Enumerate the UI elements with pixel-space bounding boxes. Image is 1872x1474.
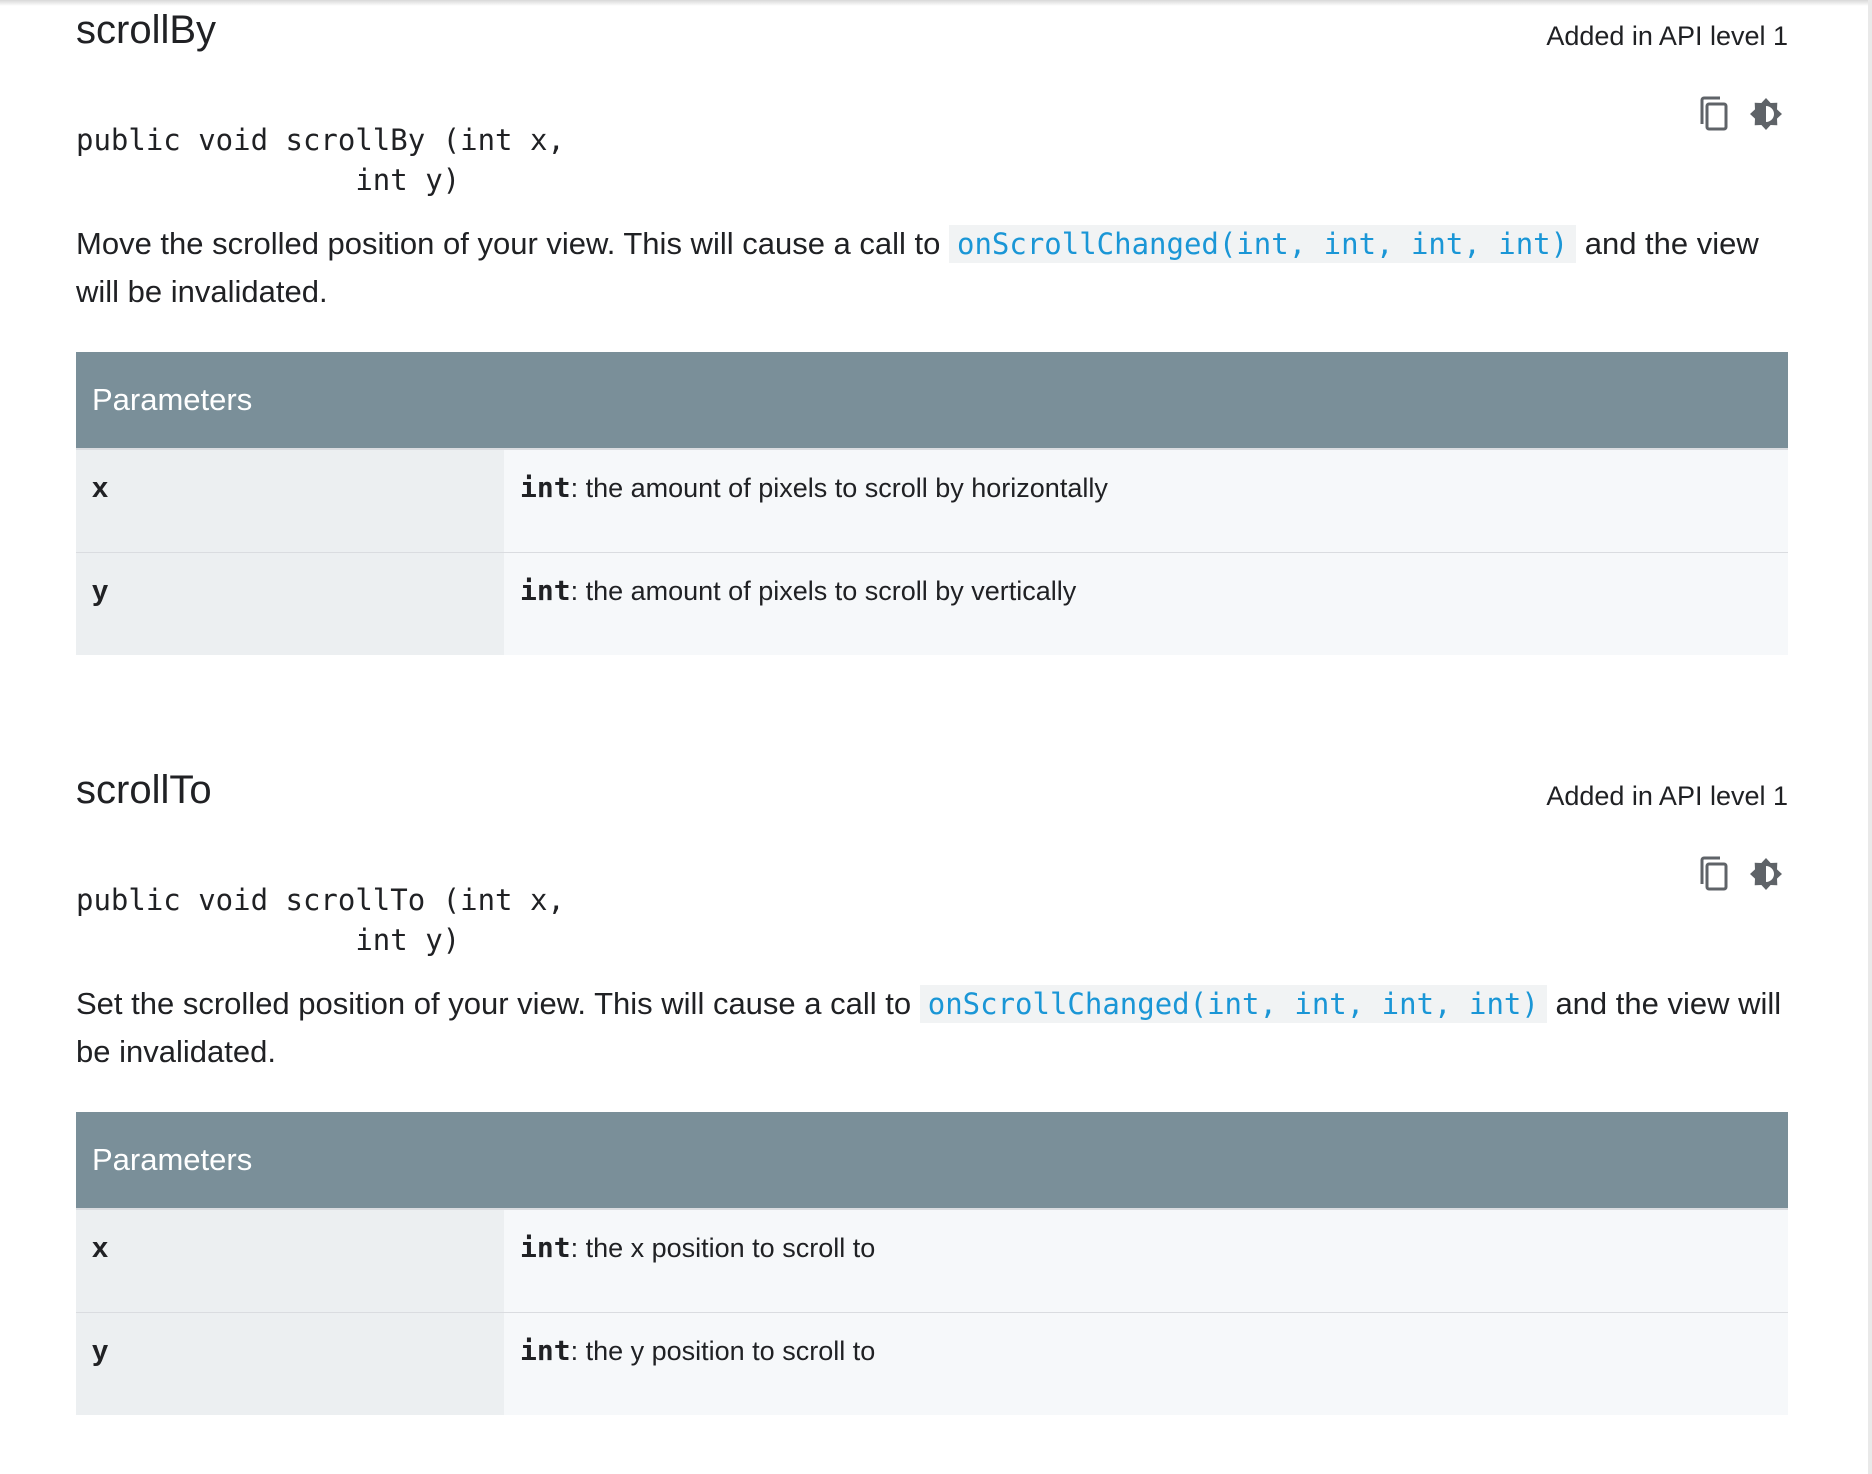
- param-type: int: [520, 471, 571, 504]
- param-desc-text: : the y position to scroll to: [570, 1335, 876, 1366]
- copy-button[interactable]: [1696, 856, 1732, 892]
- table-row: x int: the x position to scroll to: [76, 1208, 1788, 1312]
- method-header: scrollTo Added in API level 1: [76, 760, 1788, 830]
- dark-mode-icon: [1750, 858, 1782, 890]
- method-description: Set the scrolled position of your view. …: [76, 980, 1788, 1076]
- param-description: int: the amount of pixels to scroll by v…: [504, 551, 1788, 655]
- api-level-label: Added in API level 1: [1546, 781, 1788, 811]
- dark-mode-icon: [1750, 98, 1782, 130]
- description-text: Set the scrolled position of your view. …: [76, 986, 920, 1021]
- param-type: int: [520, 1231, 571, 1264]
- method-section-scrollto: scrollTo Added in API level 1 public voi…: [76, 760, 1788, 1415]
- param-desc-text: : the amount of pixels to scroll by hori…: [570, 473, 1108, 503]
- parameters-header: Parameters: [76, 1112, 1788, 1210]
- method-signature: public void scrollTo (int x, int y): [76, 880, 565, 960]
- table-row: y int: the amount of pixels to scroll by…: [76, 551, 1788, 655]
- method-title: scrollBy: [76, 8, 217, 52]
- param-description: int: the amount of pixels to scroll by h…: [504, 448, 1788, 552]
- method-signature: public void scrollBy (int x, int y): [76, 120, 565, 200]
- method-header: scrollBy Added in API level 1: [76, 0, 1788, 70]
- param-name: y: [76, 1311, 504, 1415]
- method-description: Move the scrolled position of your view.…: [76, 220, 1788, 316]
- parameters-table: Parameters x int: the amount of pixels t…: [76, 352, 1788, 655]
- parameters-header: Parameters: [76, 352, 1788, 450]
- signature-line: public void scrollTo (int x,: [76, 883, 565, 917]
- param-type: int: [520, 573, 571, 607]
- table-row: x int: the amount of pixels to scroll by…: [76, 448, 1788, 552]
- param-name: y: [76, 551, 504, 655]
- code-toolbar: [1696, 96, 1784, 132]
- api-level-label: Added in API level 1: [1546, 21, 1788, 51]
- code-block: public void scrollTo (int x, int y): [76, 830, 1788, 980]
- param-name: x: [76, 1208, 504, 1312]
- signature-line: int y): [76, 923, 461, 957]
- method-title: scrollTo: [76, 768, 212, 812]
- parameters-table: Parameters x int: the x position to scro…: [76, 1112, 1788, 1415]
- onscrollchanged-link[interactable]: onScrollChanged(int, int, int, int): [919, 985, 1547, 1023]
- onscrollchanged-link[interactable]: onScrollChanged(int, int, int, int): [949, 225, 1577, 263]
- table-row: y int: the y position to scroll to: [76, 1311, 1788, 1415]
- param-type: int: [520, 1333, 571, 1367]
- code-toolbar: [1696, 856, 1784, 892]
- theme-toggle-button[interactable]: [1748, 96, 1784, 132]
- theme-toggle-button[interactable]: [1748, 856, 1784, 892]
- param-description: int: the x position to scroll to: [504, 1208, 1788, 1312]
- param-name: x: [76, 448, 504, 552]
- copy-button[interactable]: [1696, 96, 1732, 132]
- scrollbar[interactable]: [1868, 0, 1872, 1474]
- param-desc-text: : the x position to scroll to: [570, 1233, 876, 1263]
- description-text: Move the scrolled position of your view.…: [76, 226, 949, 261]
- signature-line: public void scrollBy (int x,: [76, 123, 565, 157]
- copy-icon: [1700, 96, 1728, 131]
- copy-icon: [1700, 856, 1728, 891]
- code-block: public void scrollBy (int x, int y): [76, 70, 1788, 220]
- signature-line: int y): [76, 163, 461, 197]
- param-description: int: the y position to scroll to: [504, 1311, 1788, 1415]
- param-desc-text: : the amount of pixels to scroll by vert…: [570, 575, 1077, 606]
- method-section-scrollby: scrollBy Added in API level 1 public voi…: [76, 0, 1788, 655]
